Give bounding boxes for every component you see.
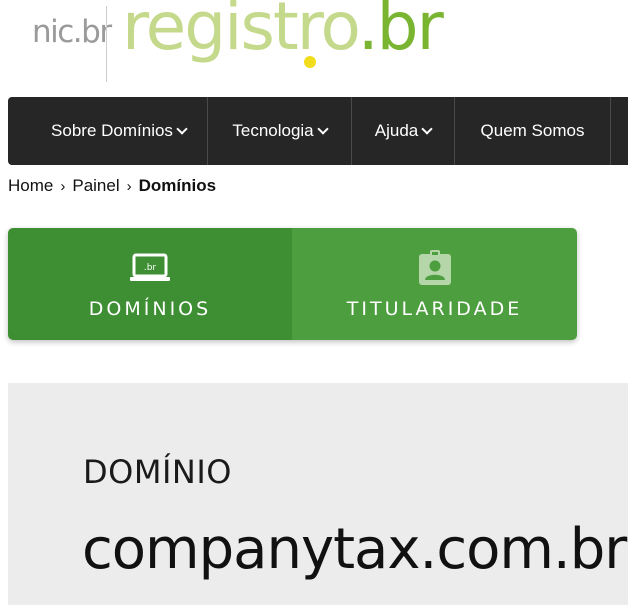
svg-text:.br: .br (144, 263, 157, 273)
nav-item-sobre-dominios[interactable]: Sobre Domínios (8, 97, 208, 165)
nav-item-quem-somos[interactable]: Quem Somos (455, 97, 611, 165)
tab-label: TITULARIDADE (346, 298, 523, 320)
logo-registro-text: registro (122, 0, 360, 65)
tab-dominios[interactable]: .br DOMÍNIOS (8, 228, 292, 340)
site-header: nic.br registro.br (0, 0, 628, 92)
nav-label: Quem Somos (480, 121, 585, 140)
registro-br-logo[interactable]: registro.br (122, 0, 444, 60)
breadcrumb: Home › Painel › Domínios (8, 176, 216, 196)
breadcrumb-current: Domínios (138, 176, 217, 195)
logo-dot-icon (304, 56, 316, 68)
breadcrumb-painel[interactable]: Painel (72, 176, 119, 196)
chevron-down-icon (316, 122, 329, 135)
breadcrumb-home[interactable]: Home (8, 176, 53, 196)
nav-label: Tecnologia (232, 121, 314, 140)
logo-divider (106, 6, 107, 82)
id-badge-icon (418, 250, 452, 286)
tab-label: DOMÍNIOS (88, 298, 212, 320)
chevron-down-icon (176, 122, 188, 135)
breadcrumb-separator: › (60, 177, 66, 195)
domain-panel: DOMÍNIO companytax.com.br (8, 383, 628, 605)
nav-item-tecnologia[interactable]: Tecnologia (208, 97, 352, 165)
tab-titularidade[interactable]: TITULARIDADE (292, 228, 577, 340)
nav-item-ajuda[interactable]: Ajuda (352, 97, 455, 165)
nic-br-logo[interactable]: nic.br (32, 14, 112, 50)
nav-label: Ajuda (374, 121, 419, 140)
breadcrumb-separator: › (126, 177, 132, 195)
nav-item-overflow[interactable] (611, 97, 628, 165)
laptop-br-icon: .br (129, 250, 171, 286)
chevron-down-icon (421, 122, 433, 135)
domain-name: companytax.com.br (82, 517, 627, 582)
logo-tld-text: .br (357, 0, 444, 65)
domain-label: DOMÍNIO (83, 453, 232, 491)
nav-label: Sobre Domínios (51, 121, 173, 140)
main-nav: Sobre Domínios Tecnologia Ajuda Quem Som… (8, 97, 628, 165)
section-tabs: .br DOMÍNIOS TITULARIDADE (8, 228, 577, 340)
